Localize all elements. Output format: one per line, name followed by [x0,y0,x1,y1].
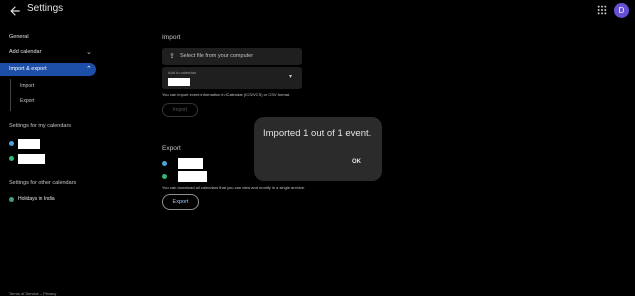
nav-add-calendar[interactable]: Add calendar [9,49,41,55]
ok-button[interactable]: OK [352,159,361,165]
subnav-divider [10,79,11,111]
sidebar-item-holidays[interactable]: Holidays in India [18,196,55,202]
add-to-calendar-select[interactable]: Add to calendar ▾ [162,67,302,89]
my-calendars-heading: Settings for my calendars [9,123,72,129]
calendar-color-dot [9,141,14,146]
apps-grid-icon[interactable] [597,5,607,15]
page-title: Settings [27,3,64,14]
import-hint: You can import event information in iCal… [162,92,291,97]
add-to-calendar-label: Add to calendar [168,70,197,75]
nav-import-export[interactable]: Import & export [0,63,96,76]
export-button[interactable]: Export [162,194,199,210]
redacted-calendar-name[interactable] [18,154,45,164]
import-result-dialog: Imported 1 out of 1 event. OK [254,117,382,181]
subnav-export[interactable]: Export [20,98,34,104]
export-heading: Export [162,145,181,152]
calendar-color-dot [9,156,14,161]
calendar-color-dot [162,174,167,179]
other-calendars-heading: Settings for other calendars [9,180,77,186]
select-file-label: Select file from your computer [180,53,254,59]
redacted-selected-calendar [168,78,190,86]
settings-sidebar: General Add calendar ⌄ Import & export ⌃… [0,22,100,296]
redacted-calendar-name [178,171,207,182]
back-arrow-icon[interactable] [8,4,22,18]
footer-links[interactable]: Terms of Service – Privacy [9,291,56,296]
export-hint: You can download all calendars that you … [162,185,306,190]
redacted-calendar-name [178,158,203,169]
dialog-message: Imported 1 out of 1 event. [263,128,372,139]
subnav-import[interactable]: Import [20,83,34,89]
import-button[interactable]: Import [162,103,198,117]
import-heading: Import [162,34,181,41]
upload-icon: ⇪ [169,53,175,60]
top-bar: Settings D [0,0,635,22]
avatar[interactable]: D [614,3,629,18]
dropdown-arrow-icon: ▾ [289,74,293,80]
select-file-button[interactable]: ⇪ Select file from your computer [162,48,302,65]
calendar-color-dot [9,197,14,202]
chevron-up-icon[interactable]: ⌃ [86,65,92,73]
nav-general[interactable]: General [9,34,29,40]
redacted-calendar-name[interactable] [18,139,40,149]
calendar-color-dot [162,161,167,166]
chevron-down-icon[interactable]: ⌄ [86,48,92,56]
nav-import-export-label: Import & export [9,66,47,72]
